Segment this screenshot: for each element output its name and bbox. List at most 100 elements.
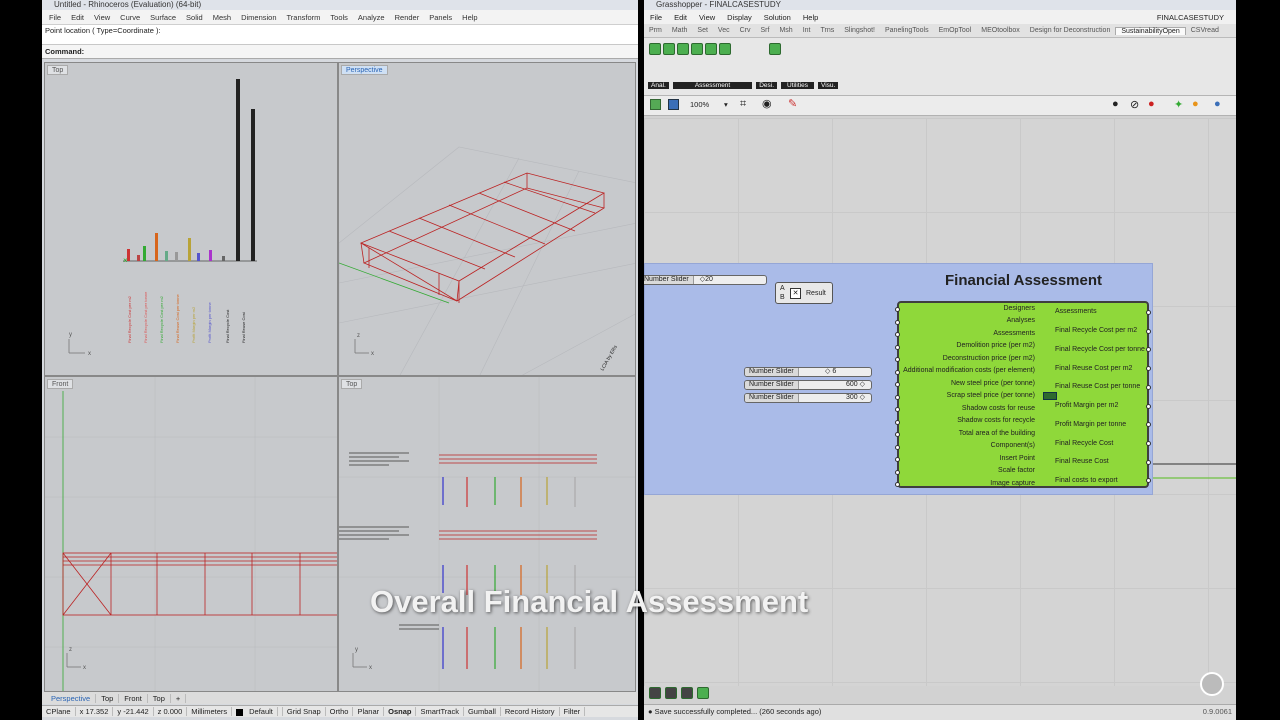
gumball-toggle[interactable]: Gumball xyxy=(464,707,501,716)
viewport-perspective[interactable]: Perspective LCIA by ERs zx xyxy=(338,62,636,376)
input-port[interactable] xyxy=(895,419,900,425)
menu-edit[interactable]: Edit xyxy=(66,13,89,22)
save-icon[interactable] xyxy=(668,99,679,110)
tab-front[interactable]: Front xyxy=(119,693,148,703)
menu-file[interactable]: File xyxy=(44,13,66,22)
menu-analyze[interactable]: Analyze xyxy=(353,13,390,22)
financial-assessment-component[interactable]: Designers Analyses Assessments Demolitio… xyxy=(895,301,1151,488)
gh-tab-msh[interactable]: Msh xyxy=(774,27,797,34)
output-port[interactable] xyxy=(1146,440,1151,446)
result-component[interactable]: AB ✕ Result xyxy=(775,282,833,304)
output-final-reuse-cost-per-m2[interactable]: Final Reuse Cost per m2 xyxy=(1055,365,1132,372)
filter-toggle[interactable]: Filter xyxy=(560,707,586,716)
osnap-toggle[interactable]: Osnap xyxy=(384,707,417,716)
menu-help[interactable]: Help xyxy=(457,13,482,22)
input-port[interactable] xyxy=(895,344,900,350)
output-port[interactable] xyxy=(1146,366,1151,372)
tab-top[interactable]: Top xyxy=(96,693,120,703)
gh-tab-meotoolbox[interactable]: MEOtoolbox xyxy=(976,27,1025,34)
input-image-capture[interactable]: Image capture xyxy=(990,480,1035,487)
input-scale-factor[interactable]: Scale factor xyxy=(998,467,1035,474)
input-port[interactable] xyxy=(895,357,900,362)
input-scrap-steel-price[interactable]: Scrap steel price (per tonne) xyxy=(947,392,1035,399)
component-icon[interactable] xyxy=(705,43,717,55)
component-icon[interactable] xyxy=(649,687,661,699)
menu-view[interactable]: View xyxy=(89,13,115,22)
input-additional-modification-costs[interactable]: Additional modification costs (per eleme… xyxy=(903,367,1035,374)
material-icon[interactable]: ● xyxy=(1192,98,1199,110)
input-new-steel-price[interactable]: New steel price (per tonne) xyxy=(951,380,1035,387)
planar-toggle[interactable]: Planar xyxy=(353,707,385,716)
smarttrack-toggle[interactable]: SmartTrack xyxy=(416,707,464,716)
input-deconstruction-price[interactable]: Deconstruction price (per m2) xyxy=(943,355,1035,362)
gh-tab-crv[interactable]: Crv xyxy=(735,27,756,34)
input-port[interactable] xyxy=(895,332,900,337)
preview-mode-icon[interactable]: ● xyxy=(1112,98,1119,110)
component-icon[interactable] xyxy=(769,43,781,55)
input-port[interactable] xyxy=(895,394,900,400)
component-icon[interactable] xyxy=(649,43,661,55)
shaded-icon[interactable]: ● xyxy=(1148,98,1155,110)
viewport-front[interactable]: Front zx xyxy=(44,376,338,692)
input-port[interactable] xyxy=(895,444,900,450)
chevron-down-icon[interactable]: ▾ xyxy=(724,100,728,109)
tab-top-2[interactable]: Top xyxy=(148,693,171,703)
ortho-toggle[interactable]: Ortho xyxy=(326,707,354,716)
gh-tab-dfd[interactable]: Design for Deconstruction xyxy=(1025,27,1116,34)
gh-menu-file[interactable]: File xyxy=(644,13,668,22)
input-port[interactable] xyxy=(895,369,900,375)
input-port[interactable] xyxy=(895,457,900,462)
grid-snap-toggle[interactable]: Grid Snap xyxy=(283,707,326,716)
output-final-reuse-cost[interactable]: Final Reuse Cost xyxy=(1055,458,1109,465)
zoom-extents-icon[interactable]: ⌗ xyxy=(740,98,746,111)
menu-tools[interactable]: Tools xyxy=(325,13,353,22)
group-visualization[interactable]: Visu. xyxy=(818,82,839,89)
input-port[interactable] xyxy=(895,307,900,312)
gh-tab-math[interactable]: Math xyxy=(667,27,693,34)
menu-dimension[interactable]: Dimension xyxy=(236,13,281,22)
group-utilities[interactable]: Utilities xyxy=(781,82,814,89)
gh-tab-emoptool[interactable]: EmOpTool xyxy=(934,27,977,34)
input-designers[interactable]: Designers xyxy=(1003,305,1035,312)
number-slider-2[interactable]: Number Slider 600 ◇ xyxy=(744,380,872,390)
menu-panels[interactable]: Panels xyxy=(424,13,457,22)
navigation-compass-icon[interactable] xyxy=(1200,672,1224,696)
output-final-recycle-cost-per-tonne[interactable]: Final Recycle Cost per tonne xyxy=(1055,346,1145,353)
input-assessments[interactable]: Assessments xyxy=(993,330,1035,337)
output-final-costs-to-export[interactable]: Final costs to export xyxy=(1055,477,1118,484)
gh-menu-solution[interactable]: Solution xyxy=(758,13,797,22)
command-input[interactable]: Command: xyxy=(42,45,638,59)
gh-tab-csvread[interactable]: CSVread xyxy=(1186,27,1224,34)
output-port[interactable] xyxy=(1146,384,1151,390)
record-history-toggle[interactable]: Record History xyxy=(501,707,560,716)
component-icon[interactable] xyxy=(719,43,731,55)
gh-tab-slingshot[interactable]: Slingshot! xyxy=(839,27,880,34)
input-shadow-costs-reuse[interactable]: Shadow costs for reuse xyxy=(962,405,1035,412)
viewport-top-2[interactable]: Top y x xyxy=(338,376,636,692)
gh-tab-trns[interactable]: Trns xyxy=(815,27,839,34)
layer-label[interactable]: Default xyxy=(232,707,283,716)
component-icon[interactable] xyxy=(681,687,693,699)
menu-surface[interactable]: Surface xyxy=(145,13,181,22)
wireframe-icon[interactable]: ⊘ xyxy=(1130,98,1139,111)
gh-tab-prm[interactable]: Prm xyxy=(644,27,667,34)
menu-curve[interactable]: Curve xyxy=(115,13,145,22)
output-final-recycle-cost-per-m2[interactable]: Final Recycle Cost per m2 xyxy=(1055,327,1137,334)
number-slider-3[interactable]: Number Slider 300 ◇ xyxy=(744,393,872,403)
component-icon[interactable] xyxy=(663,43,675,55)
number-slider-top[interactable]: Number Slider ◇20 xyxy=(644,275,767,285)
group-assessment[interactable]: Assessment xyxy=(672,82,753,89)
input-port[interactable] xyxy=(895,382,900,387)
input-analyses[interactable]: Analyses xyxy=(1007,317,1035,324)
input-demolition-price[interactable]: Demolition price (per m2) xyxy=(956,342,1035,349)
number-slider-1[interactable]: Number Slider ◇ 6 xyxy=(744,367,872,377)
component-icon[interactable] xyxy=(665,687,677,699)
group-design[interactable]: Desi. xyxy=(756,82,778,89)
output-final-recycle-cost[interactable]: Final Recycle Cost xyxy=(1055,440,1113,447)
component-icon[interactable] xyxy=(691,43,703,55)
gh-tab-panelingtools[interactable]: PanelingTools xyxy=(880,27,934,34)
gh-tab-srf[interactable]: Srf xyxy=(756,27,775,34)
output-profit-margin-per-m2[interactable]: Profit Margin per m2 xyxy=(1055,402,1118,409)
input-shadow-costs-recycle[interactable]: Shadow costs for recycle xyxy=(957,417,1035,424)
output-profit-margin-per-tonne[interactable]: Profit Margin per tonne xyxy=(1055,421,1126,428)
